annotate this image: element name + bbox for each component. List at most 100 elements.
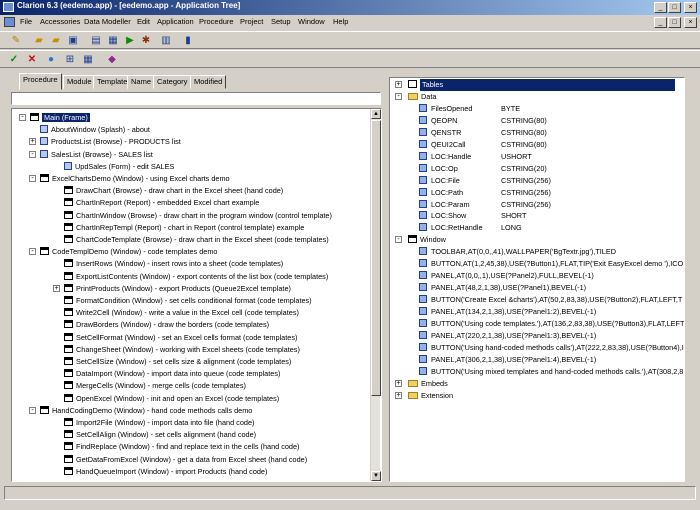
data-tree-row[interactable]: LOC:File CSTRING(256) (419, 175, 551, 187)
data-tree-row[interactable]: TOOLBAR,AT(0,0,,41),WALLPAPER('BgTextr.j… (419, 246, 616, 258)
procedure-row[interactable]: - SalesList (Browse) - SALES list (29, 149, 153, 161)
procedure-row[interactable]: ChangeSheet (Window) - working with Exce… (64, 344, 300, 356)
collapse-icon[interactable]: - (29, 406, 36, 414)
document-icon[interactable] (4, 17, 15, 27)
collapse-icon[interactable]: - (29, 150, 36, 158)
procedure-row[interactable]: ChartInRepTempl (Report) - chart in Repo… (64, 222, 304, 234)
close-button[interactable]: × (684, 2, 697, 13)
procedure-row[interactable]: Import2File (Window) - import data into … (64, 417, 254, 429)
procedure-row[interactable]: GetDataFromExcel (Window) - get a data f… (64, 454, 307, 466)
data-tree-row[interactable]: BUTTON('Using code templates.'),AT(136,2… (419, 318, 684, 330)
child-minimize-button[interactable]: _ (654, 17, 667, 28)
expand-icon[interactable]: + (395, 379, 402, 387)
child-close-button[interactable]: × (684, 17, 697, 28)
procedure-row[interactable]: DrawBorders (Window) - draw the borders … (64, 319, 269, 331)
collapse-icon[interactable]: - (29, 175, 36, 182)
procedure-filter-input[interactable] (11, 92, 381, 105)
data-tree-row[interactable]: + Tables (395, 79, 675, 91)
procedure-row[interactable]: DataImport (Window) - import data into q… (64, 368, 280, 380)
menu-accessories[interactable]: Accessories (40, 17, 80, 26)
tab-category[interactable]: Category (153, 75, 192, 89)
procedure-row[interactable]: HandQueueImport (Window) - import Produc… (64, 466, 267, 478)
procedure-row[interactable]: ExportListContents (Window) - export con… (64, 271, 328, 283)
check-icon[interactable]: ✓ (7, 53, 21, 66)
scroll-up-button[interactable]: ▲ (371, 109, 381, 119)
data-tree-row[interactable]: - Data (395, 91, 436, 103)
expand-icon[interactable]: + (53, 284, 60, 292)
data-tree-row[interactable]: LOC:Path CSTRING(256) (419, 187, 551, 199)
globe-icon[interactable]: ● (44, 53, 58, 66)
menu-procedure[interactable]: Procedure (199, 17, 234, 26)
child-restore-button[interactable]: □ (668, 17, 681, 28)
menu-setup[interactable]: Setup (271, 17, 291, 26)
data-tree-row[interactable]: BUTTON,AT(1,2,45,38),USE(?Button1),FLAT,… (419, 258, 683, 270)
procedure-row[interactable]: ChartInWindow (Browse) - draw chart in t… (64, 210, 332, 222)
procedure-row[interactable]: SetCellFormat (Window) - set an Excel ce… (64, 332, 297, 344)
collapse-icon[interactable]: - (395, 236, 402, 244)
procedure-row[interactable]: - Main (Frame) (19, 112, 90, 124)
cross-icon[interactable]: ✕ (25, 53, 39, 66)
properties-icon[interactable]: ▤ (89, 34, 103, 47)
dictionary-icon[interactable]: ▥ (159, 34, 173, 47)
data-tree-row[interactable]: LOC:RetHandle LONG (419, 222, 522, 234)
procedure-row[interactable]: ChartInReport (Report) - embedded Excel … (64, 197, 259, 209)
tab-modified[interactable]: Modified (190, 75, 227, 89)
data-tree-row[interactable]: LOC:Show SHORT (419, 210, 526, 222)
tab-name[interactable]: Name (127, 75, 156, 89)
menu-edit[interactable]: Edit (137, 17, 150, 26)
scroll-down-button[interactable]: ▼ (371, 471, 381, 481)
data-tree-row[interactable]: PANEL,AT(0,0,,1),USE(?Panel2),FULL,BEVEL… (419, 270, 594, 282)
tab-template[interactable]: Template (93, 75, 132, 89)
data-tree-row[interactable]: BUTTON('Using mixed templates and hand-c… (419, 366, 683, 378)
data-tree-row[interactable]: QEOPN CSTRING(80) (419, 115, 547, 127)
menu-file[interactable]: File (20, 17, 32, 26)
tree-icon[interactable]: ⊞ (63, 53, 77, 66)
data-tree-row[interactable]: LOC:Handle USHORT (419, 151, 532, 163)
minimize-button[interactable]: _ (654, 2, 667, 13)
procedure-row[interactable]: SetCellAlign (Window) - set cells alignm… (64, 429, 256, 441)
data-tree-row[interactable]: - Window (395, 234, 446, 246)
data-tree-row[interactable]: + Embeds (395, 378, 448, 390)
data-tree-row[interactable]: PANEL,AT(306,2,1,38),USE(?Panel1:4),BEVE… (419, 354, 596, 366)
data-tree-row[interactable]: QEUI2Call CSTRING(80) (419, 139, 547, 151)
data-tree-row[interactable]: BUTTON('Using hand-coded methods calls')… (419, 342, 684, 354)
procedure-row[interactable]: SetCellSize (Window) - set cells size & … (64, 356, 291, 368)
expand-icon[interactable]: + (395, 81, 402, 88)
menu-window[interactable]: Window (298, 17, 325, 26)
procedure-tree[interactable]: - Main (Frame) AboutWindow (Splash) - abou… (11, 108, 382, 482)
menu-help[interactable]: Help (333, 17, 348, 26)
procedure-tree-scrollbar[interactable]: ▲ ▼ (370, 109, 381, 481)
procedure-row[interactable]: + PrintProducts (Window) - export Product… (53, 283, 291, 295)
data-tree-row[interactable]: BUTTON('Create Excel &charts'),AT(50,2,8… (419, 294, 682, 306)
data-tree-row[interactable]: + Extension (395, 390, 453, 402)
menu-application[interactable]: Application (157, 17, 194, 26)
debug-icon[interactable]: ✱ (139, 34, 153, 47)
grid-icon[interactable]: ▦ (81, 53, 95, 66)
expand-icon[interactable]: + (29, 138, 36, 146)
collapse-icon[interactable]: - (395, 92, 402, 100)
procedure-row[interactable]: ChartCodeTemplate (Browse) - draw chart … (64, 234, 329, 246)
procedure-row[interactable]: DrawChart (Browse) - draw chart in the E… (64, 185, 283, 197)
procedure-row[interactable]: + ProductsList (Browse) - PRODUCTS list (29, 136, 181, 148)
data-tree-row[interactable]: LOC:Param CSTRING(256) (419, 199, 551, 211)
procedure-row[interactable]: OpenExcel (Window) - init and open an Ex… (64, 393, 279, 405)
procedure-row[interactable]: AboutWindow (Splash) - about (40, 124, 150, 136)
procedure-row[interactable]: FindReplace (Window) - find and replace … (64, 441, 299, 453)
tab-procedure[interactable]: Procedure (19, 73, 62, 90)
data-tree-row[interactable]: LOC:Op CSTRING(20) (419, 163, 547, 175)
tab-module[interactable]: Module (63, 75, 96, 89)
book-icon[interactable]: ◆ (105, 53, 119, 66)
procedure-row[interactable]: Write2Cell (Window) - write a value in t… (64, 307, 299, 319)
open-folder-icon[interactable]: ▰ (49, 34, 63, 47)
help-icon[interactable]: ▮ (181, 34, 195, 47)
maximize-button[interactable]: □ (668, 2, 681, 13)
collapse-icon[interactable]: - (29, 248, 36, 256)
new-icon[interactable]: ✎ (9, 34, 23, 47)
procedure-row[interactable]: - HandCodingDemo (Window) - hand code met… (29, 405, 252, 417)
expand-icon[interactable]: + (395, 391, 402, 399)
data-tree-row[interactable]: FilesOpened BYTE (419, 103, 520, 115)
procedure-row[interactable]: InsertRows (Window) - insert rows into a… (64, 258, 283, 270)
menu-data-modeller[interactable]: Data Modeller (84, 17, 131, 26)
data-tree-row[interactable]: PANEL,AT(220,2,1,38),USE(?Panel1:3),BEVE… (419, 330, 596, 342)
data-tree-row[interactable]: QENSTR CSTRING(80) (419, 127, 547, 139)
